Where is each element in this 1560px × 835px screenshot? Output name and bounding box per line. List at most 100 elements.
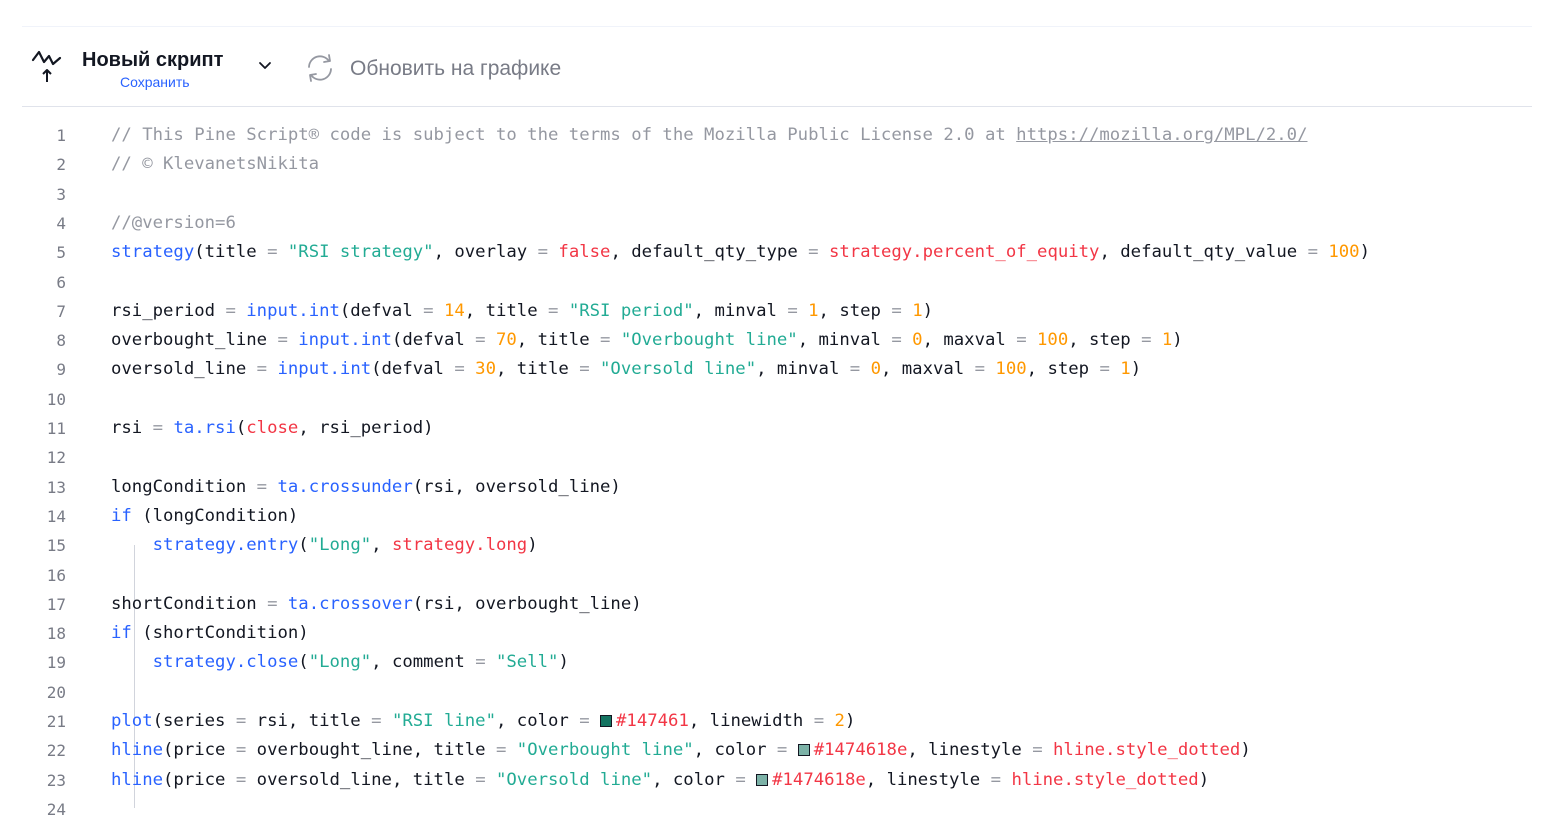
code-line[interactable]: 22 hline(price = overbought_line, title =… bbox=[22, 736, 1532, 765]
code-token: hline.style_dotted bbox=[1053, 740, 1241, 761]
code-line[interactable]: 23 hline(price = oversold_line, title = "… bbox=[22, 766, 1532, 795]
code-text[interactable]: plot(series = rsi, title = "RSI line", c… bbox=[111, 707, 855, 736]
code-text[interactable]: shortCondition = ta.crossover(rsi, overb… bbox=[111, 590, 642, 619]
code-token: = bbox=[256, 359, 268, 380]
code-token: strategy.entry bbox=[152, 535, 299, 556]
code-text[interactable]: rsi_period = input.int(defval = 14, titl… bbox=[111, 297, 933, 326]
code-token: = bbox=[475, 330, 486, 351]
code-token: "RSI line" bbox=[391, 711, 496, 731]
code-line[interactable]: 16 bbox=[22, 561, 1532, 590]
code-token: ) bbox=[1130, 359, 1142, 380]
code-token: 1 bbox=[1161, 330, 1173, 351]
code-token: , maxval bbox=[880, 359, 975, 380]
color-swatch[interactable] bbox=[756, 773, 769, 786]
code-text[interactable]: oversold_line = input.int(defval = 30, t… bbox=[111, 355, 1141, 384]
script-title[interactable]: Новый скрипт bbox=[82, 48, 223, 72]
code-token: 70 bbox=[495, 330, 517, 351]
code-token: "Overbought line" bbox=[620, 330, 798, 351]
code-line[interactable]: 6 bbox=[22, 268, 1532, 297]
code-token: = bbox=[267, 242, 278, 263]
code-text[interactable]: strategy.close("Long", comment = "Sell") bbox=[111, 648, 569, 677]
code-line[interactable]: 5 strategy(title = "RSI strategy", overla… bbox=[22, 238, 1532, 267]
chevron-down-icon[interactable] bbox=[254, 54, 276, 76]
update-on-chart-button[interactable]: Обновить на графике bbox=[300, 48, 590, 88]
code-line[interactable]: 9 oversold_line = input.int(defval = 30, … bbox=[22, 355, 1532, 384]
code-token: , minval bbox=[756, 359, 850, 380]
code-line[interactable]: 13 longCondition = ta.crossunder(rsi, ove… bbox=[22, 473, 1532, 502]
line-number: 12 bbox=[46, 448, 66, 468]
code-text[interactable]: strategy.entry("Long", strategy.long) bbox=[111, 531, 538, 560]
code-token: 100 bbox=[1328, 242, 1360, 263]
code-text[interactable]: hline(price = overbought_line, title = "… bbox=[111, 736, 1251, 765]
code-text[interactable]: strategy(title = "RSI strategy", overlay… bbox=[111, 238, 1370, 267]
line-number: 23 bbox=[46, 770, 66, 790]
code-token: , step bbox=[818, 300, 892, 321]
line-number: 13 bbox=[46, 477, 66, 497]
code-token: if bbox=[111, 505, 132, 526]
code-token: "Overbought line" bbox=[516, 740, 694, 761]
code-text[interactable]: hline(price = oversold_line, title = "Ov… bbox=[111, 766, 1209, 795]
code-text[interactable]: if (shortCondition) bbox=[111, 619, 309, 648]
code-text[interactable]: longCondition = ta.crossunder(rsi, overs… bbox=[111, 473, 621, 502]
save-link[interactable]: Сохранить bbox=[120, 74, 190, 90]
code-text[interactable]: // © KlevanetsNikita bbox=[111, 150, 319, 179]
line-number: 9 bbox=[56, 360, 66, 380]
code-editor[interactable]: 1 // This Pine Script® code is subject to… bbox=[22, 107, 1532, 835]
code-token: , step bbox=[1026, 359, 1100, 380]
code-token: , linewidth bbox=[688, 711, 814, 731]
code-token: , color bbox=[693, 740, 777, 761]
code-line[interactable]: 3 bbox=[22, 180, 1532, 209]
code-text[interactable]: //@version=6 bbox=[111, 209, 236, 238]
code-line[interactable]: 24 bbox=[22, 795, 1532, 824]
code-line[interactable]: 2 // © KlevanetsNikita bbox=[22, 150, 1532, 179]
pine-script-icon[interactable] bbox=[30, 46, 64, 86]
code-token: longCondition bbox=[111, 476, 257, 497]
code-line[interactable]: 10 bbox=[22, 385, 1532, 414]
code-token: "Oversold line" bbox=[496, 769, 653, 790]
color-swatch[interactable] bbox=[600, 715, 613, 727]
code-token: = bbox=[974, 359, 986, 380]
code-token: , minval bbox=[797, 330, 892, 351]
code-token: = bbox=[579, 359, 590, 380]
code-line[interactable]: 14 if (longCondition) bbox=[22, 502, 1532, 531]
code-token: 100 bbox=[1037, 330, 1069, 351]
code-line[interactable]: 19 strategy.close("Long", comment = "Sel… bbox=[22, 648, 1532, 677]
code-text[interactable]: rsi = ta.rsi(close, rsi_period) bbox=[111, 414, 434, 443]
color-swatch[interactable] bbox=[797, 744, 810, 757]
line-number: 2 bbox=[56, 155, 66, 175]
code-text[interactable]: overbought_line = input.int(defval = 70,… bbox=[111, 326, 1183, 355]
code-line[interactable]: 20 bbox=[22, 678, 1532, 707]
code-token: = bbox=[495, 740, 507, 761]
code-line[interactable]: 8 overbought_line = input.int(defval = 70… bbox=[22, 326, 1532, 355]
code-line[interactable]: 11 rsi = ta.rsi(close, rsi_period) bbox=[22, 414, 1532, 443]
code-token: #1474618e bbox=[772, 769, 866, 790]
line-number: 15 bbox=[46, 536, 66, 556]
code-token: ) bbox=[1240, 740, 1251, 761]
code-token: , title bbox=[495, 359, 580, 380]
code-token: , rsi_period) bbox=[298, 418, 434, 438]
code-line[interactable]: 17 shortCondition = ta.crossover(rsi, ove… bbox=[22, 590, 1532, 619]
script-title-block[interactable]: Новый скрипт Сохранить bbox=[82, 48, 262, 92]
code-line[interactable]: 1 // This Pine Script® code is subject to… bbox=[22, 121, 1532, 150]
code-line[interactable]: 12 bbox=[22, 443, 1532, 472]
code-line[interactable]: 4 //@version=6 bbox=[22, 209, 1532, 238]
code-text[interactable]: if (longCondition) bbox=[111, 502, 298, 531]
code-token: rsi bbox=[111, 418, 153, 438]
code-text[interactable]: // This Pine Script® code is subject to … bbox=[111, 121, 1308, 150]
code-token: (longCondition) bbox=[131, 505, 299, 526]
code-line[interactable]: 18 if (shortCondition) bbox=[22, 619, 1532, 648]
code-line[interactable]: 7 rsi_period = input.int(defval = 14, tit… bbox=[22, 297, 1532, 326]
code-token: , color bbox=[495, 711, 580, 731]
code-token: hline bbox=[111, 740, 164, 761]
code-line[interactable]: 21 plot(series = rsi, title = "RSI line",… bbox=[22, 707, 1532, 736]
code-token: "Long" bbox=[308, 535, 372, 556]
code-line[interactable]: 15 strategy.entry("Long", strategy.long) bbox=[22, 531, 1532, 560]
